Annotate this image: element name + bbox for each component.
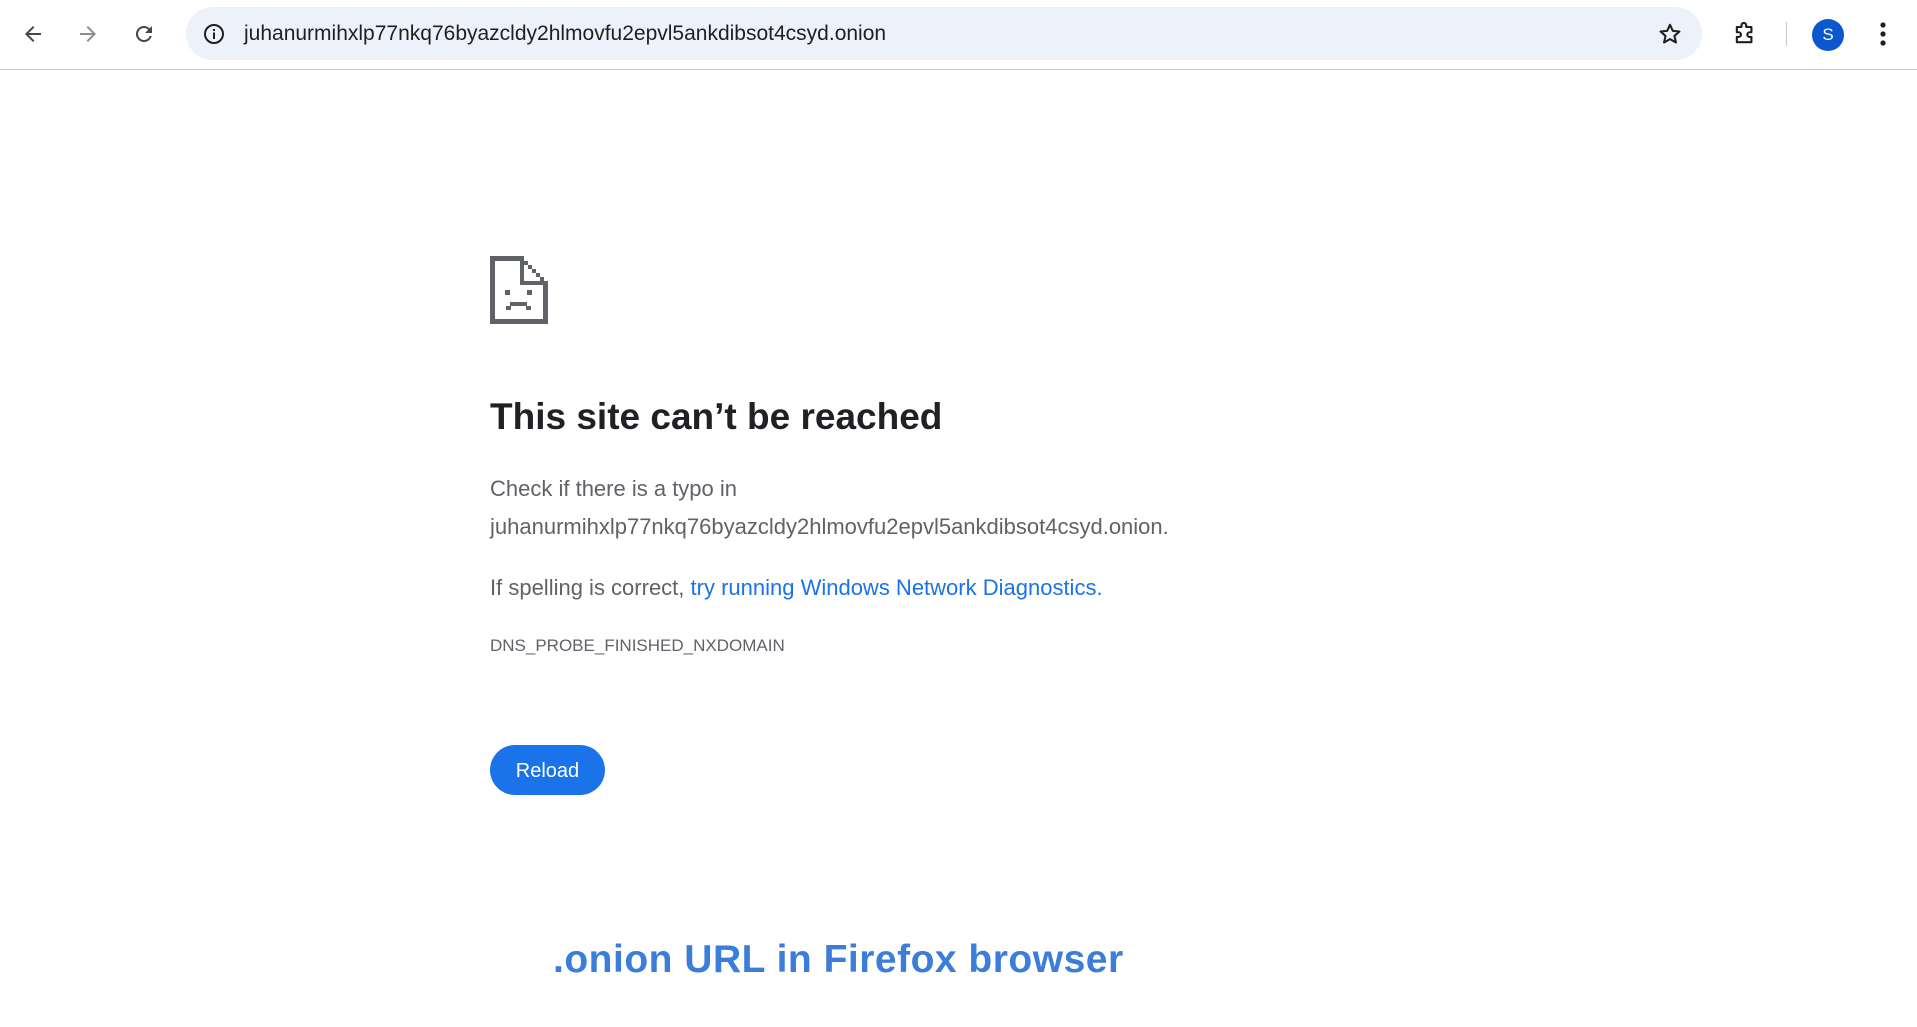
url-text[interactable]: juhanurmihxlp77nkq76byazcldy2hlmovfu2epv… bbox=[244, 7, 886, 60]
three-dot-menu-icon[interactable] bbox=[1868, 16, 1898, 52]
toolbar-divider bbox=[1786, 22, 1787, 46]
typo-check-host: juhanurmihxlp77nkq76byazcldy2hlmovfu2epv… bbox=[490, 514, 1169, 539]
arrow-right-icon bbox=[80, 26, 96, 42]
address-bar[interactable]: juhanurmihxlp77nkq76byazcldy2hlmovfu2epv… bbox=[186, 7, 1702, 60]
star-icon[interactable] bbox=[1654, 18, 1686, 50]
error-title: This site can’t be reached bbox=[490, 396, 943, 437]
sad-page-icon bbox=[490, 256, 548, 324]
spelling-suffix: . bbox=[1096, 575, 1103, 600]
arrow-left-icon bbox=[25, 26, 41, 42]
typo-check-paragraph: Check if there is a typo in juhanurmihxl… bbox=[490, 470, 1310, 546]
error-code: DNS_PROBE_FINISHED_NXDOMAIN bbox=[490, 636, 785, 655]
reload-page-button[interactable] bbox=[124, 14, 164, 54]
error-description: Check if there is a typo in juhanurmihxl… bbox=[490, 470, 1310, 607]
caption-text: .onion URL in Firefox browser bbox=[553, 938, 1124, 981]
typo-check-text: Check if there is a typo in bbox=[490, 476, 738, 501]
puzzle-icon[interactable] bbox=[1727, 16, 1763, 52]
spelling-text: If spelling is correct, bbox=[490, 575, 691, 600]
avatar[interactable]: S bbox=[1812, 19, 1844, 51]
network-diagnostics-link[interactable]: try running Windows Network Diagnostics bbox=[691, 575, 1097, 600]
back-button[interactable] bbox=[13, 14, 53, 54]
forward-button[interactable] bbox=[68, 14, 108, 54]
diagnostics-paragraph: If spelling is correct, try running Wind… bbox=[490, 569, 1310, 607]
reload-icon bbox=[135, 25, 152, 42]
info-icon[interactable] bbox=[199, 19, 229, 49]
browser-toolbar: juhanurmihxlp77nkq76byazcldy2hlmovfu2epv… bbox=[0, 0, 1917, 70]
reload-button[interactable]: Reload bbox=[490, 745, 605, 795]
